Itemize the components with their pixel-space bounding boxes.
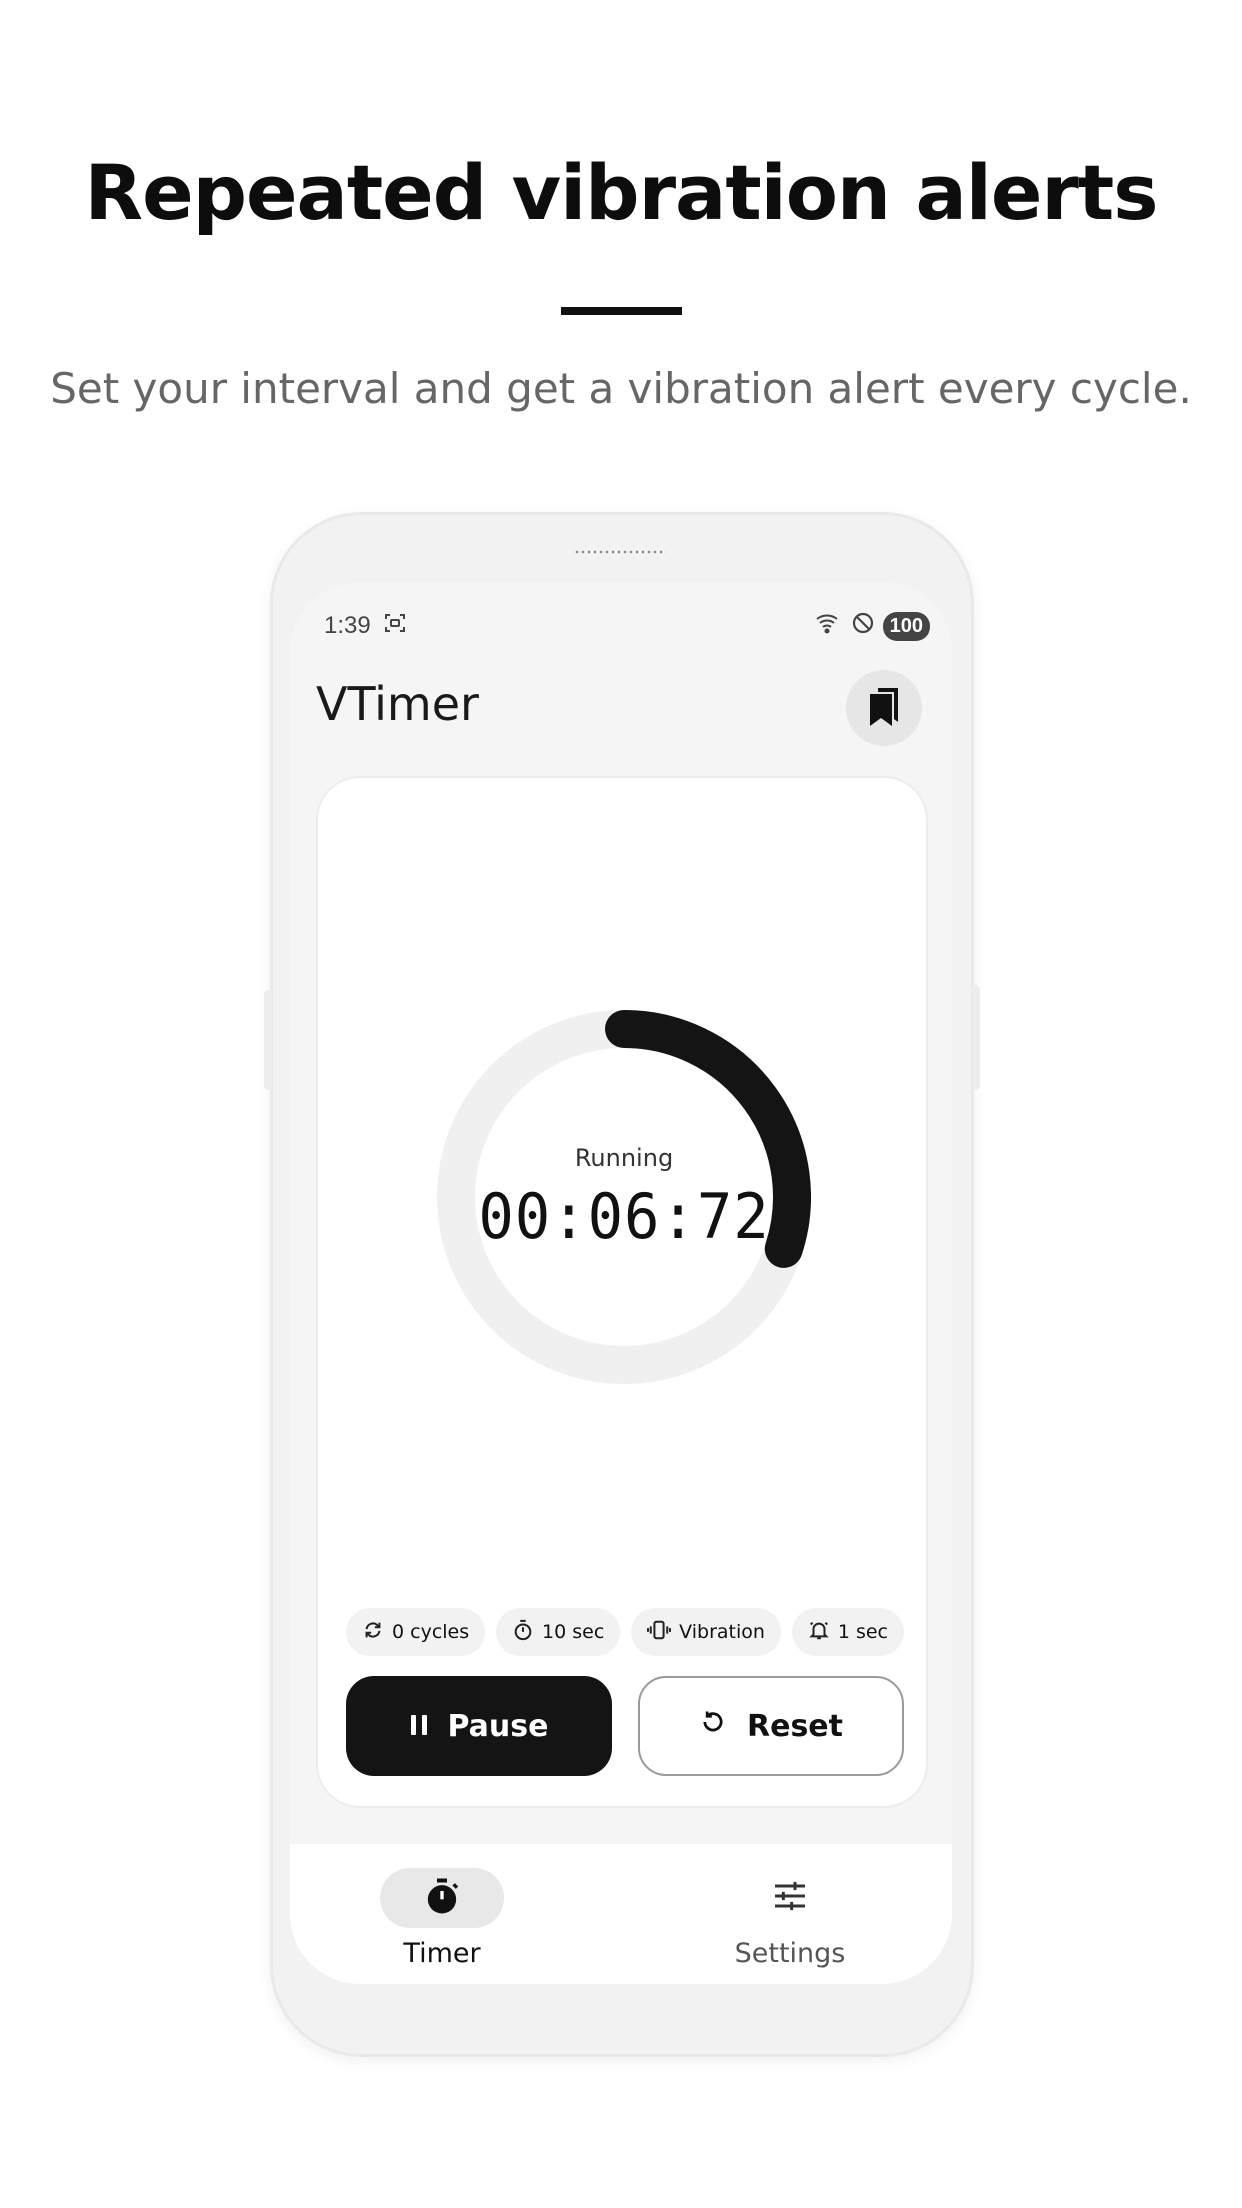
stopwatch-icon: [422, 1876, 462, 1921]
chip-label: 0 cycles: [392, 1621, 470, 1643]
headline-divider: [561, 307, 682, 315]
phone-screen: 1:39 100 VTimer Running 00:06:72 0 cycle…: [290, 582, 952, 1984]
repeat-icon: [362, 1619, 384, 1646]
promo-subline: Set your interval and get a vibration al…: [50, 364, 1192, 413]
nav-timer-indicator: [380, 1868, 504, 1928]
chip-label: Vibration: [679, 1621, 765, 1643]
chip-label: 10 sec: [542, 1621, 605, 1643]
battery-indicator: 100: [882, 611, 930, 641]
phone-speaker: [574, 550, 666, 554]
pause-label: Pause: [447, 1708, 549, 1744]
phone-side-button: [264, 990, 272, 1090]
nav-timer-label: Timer: [403, 1938, 481, 1969]
nav-settings-indicator: [728, 1868, 852, 1928]
reset-button[interactable]: Reset: [638, 1676, 904, 1776]
reset-label: Reset: [747, 1708, 843, 1744]
timer-card: Running 00:06:72 0 cycles 10 sec Vibrati…: [316, 776, 928, 1808]
phone-side-button: [972, 985, 980, 1090]
timer-info-chips: 0 cycles 10 sec Vibration 1 sec: [346, 1608, 904, 1658]
chip-cycles: 0 cycles: [346, 1608, 486, 1656]
app-title: VTimer: [316, 677, 479, 731]
pause-button[interactable]: Pause: [346, 1676, 612, 1776]
progress-ring: Running 00:06:72: [437, 1010, 811, 1384]
nav-settings-label: Settings: [734, 1938, 846, 1969]
status-bar: 1:39 100: [324, 606, 930, 646]
nav-tab-settings[interactable]: Settings: [690, 1844, 890, 1969]
status-time: 1:39: [324, 612, 371, 639]
promo-headline: Repeated vibration alerts: [84, 148, 1159, 237]
chip-label: 1 sec: [837, 1621, 888, 1643]
bottom-navigation: Timer Settings: [290, 1844, 952, 1984]
wifi-icon: [815, 611, 843, 642]
screenshot-icon: [383, 611, 407, 642]
reset-icon: [699, 1708, 727, 1744]
nav-tab-timer[interactable]: Timer: [342, 1844, 542, 1969]
timer-state: Running: [574, 1144, 674, 1172]
sliders-icon: [770, 1876, 810, 1921]
timer-display: 00:06:72: [478, 1180, 770, 1253]
do-not-disturb-icon: [851, 611, 875, 642]
stopwatch-icon: [512, 1619, 534, 1646]
bookmarks-icon: [864, 684, 904, 733]
pause-icon: [410, 1709, 428, 1744]
bell-icon: [808, 1619, 830, 1646]
bookmarks-button[interactable]: [846, 670, 922, 746]
chip-alert-type: Vibration: [631, 1608, 781, 1656]
chip-alert-duration: 1 sec: [791, 1608, 904, 1656]
vibration-icon: [647, 1619, 672, 1646]
chip-interval: 10 sec: [496, 1608, 621, 1656]
